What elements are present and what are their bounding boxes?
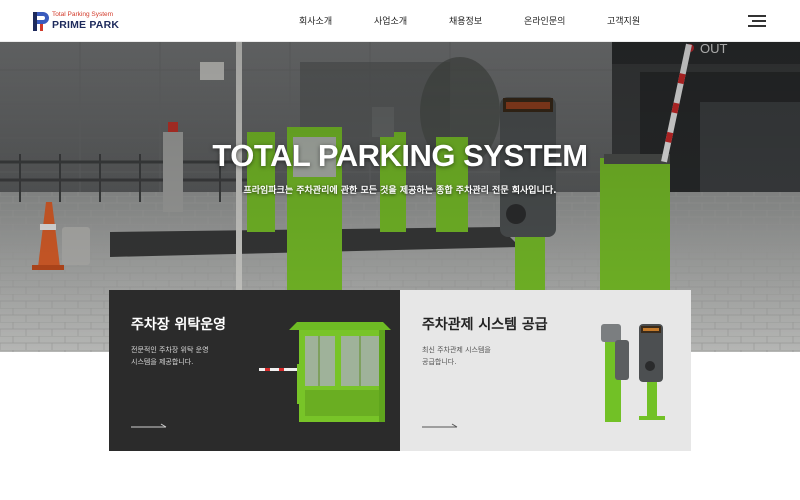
nav-item-inquiry[interactable]: 온라인문의 xyxy=(524,14,565,27)
logo-name: PRIME PARK xyxy=(52,19,120,31)
nav-item-business[interactable]: 사업소개 xyxy=(374,14,407,27)
nav-item-company[interactable]: 회사소개 xyxy=(299,14,332,27)
hamburger-menu-icon[interactable] xyxy=(748,14,766,28)
parking-booth-image xyxy=(259,322,391,422)
arrow-right-icon[interactable] xyxy=(131,423,167,429)
nav-item-recruit[interactable]: 채용정보 xyxy=(449,14,482,27)
parking-kiosk-image xyxy=(601,324,665,422)
logo[interactable]: Total Parking System PRIME PARK xyxy=(33,11,123,33)
arrow-right-icon[interactable] xyxy=(422,423,458,429)
service-card-parking-operation[interactable]: 주차장 위탁운영 전문적인 주차장 위탁 운영 시스템을 제공합니다. xyxy=(109,290,400,451)
service-card-control-system[interactable]: 주차관제 시스템 공급 최신 주차관제 시스템을 공급합니다. xyxy=(400,290,691,451)
hero-title: TOTAL PARKING SYSTEM xyxy=(212,138,588,173)
card-desc-line: 전문적인 주차장 위탁 운영 xyxy=(131,346,209,354)
card-title: 주차장 위탁운영 xyxy=(131,317,227,333)
logo-p-icon xyxy=(33,12,49,31)
site-header: Total Parking System PRIME PARK 회사소개 사업소… xyxy=(0,0,800,42)
nav-item-support[interactable]: 고객지원 xyxy=(607,14,640,27)
card-desc-line: 시스템을 제공합니다. xyxy=(131,358,194,366)
card-desc-line: 공급합니다. xyxy=(422,358,457,366)
card-description: 최신 주차관제 시스템을 공급합니다. xyxy=(422,344,532,368)
card-desc-line: 최신 주차관제 시스템을 xyxy=(422,346,491,354)
card-description: 전문적인 주차장 위탁 운영 시스템을 제공합니다. xyxy=(131,344,241,368)
hero-subtitle: 프라임파크는 주차관리에 관한 모든 것을 제공하는 종합 주차관리 전문 회사… xyxy=(243,186,557,196)
card-title: 주차관제 시스템 공급 xyxy=(422,317,548,333)
logo-tagline: Total Parking System xyxy=(52,11,114,18)
